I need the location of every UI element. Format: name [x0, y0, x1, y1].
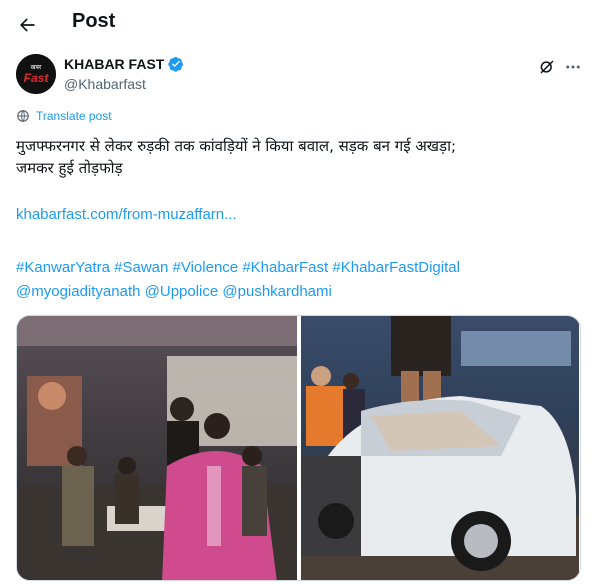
media-photo-right[interactable]: [300, 316, 581, 580]
avatar-big-text: Fast: [24, 71, 50, 85]
mention[interactable]: @Uppolice: [145, 283, 219, 300]
hashtag[interactable]: #KhabarFastDigital: [332, 259, 460, 276]
article-link[interactable]: khabarfast.com/from-muzaffarn...: [16, 206, 237, 223]
hashtags-block: #KanwarYatra #Sawan #Violence #KhabarFas…: [16, 256, 581, 304]
translate-post-button[interactable]: Translate post: [16, 109, 112, 123]
avatar[interactable]: खबर Fast: [16, 54, 56, 94]
mention[interactable]: @myogiadityanath: [16, 283, 140, 300]
display-name-text: KHABAR FAST: [64, 56, 165, 72]
hashtag[interactable]: #Violence: [173, 259, 239, 276]
author-row: खबर Fast KHABAR FAST @Khabarfast: [16, 54, 581, 98]
grok-button[interactable]: [536, 56, 558, 78]
grok-icon: [540, 60, 554, 74]
tweet-line-2: जमकर हुई तोड़फोड़: [16, 159, 123, 177]
display-name[interactable]: KHABAR FAST: [64, 56, 184, 72]
page-header: Post: [0, 0, 597, 50]
media-photo-left[interactable]: [17, 316, 297, 580]
mention[interactable]: @pushkardhami: [222, 283, 331, 300]
more-icon: [566, 65, 580, 69]
translate-label: Translate post: [36, 109, 112, 123]
page-title: Post: [72, 10, 116, 32]
tweet-text: मुजफ्फरनगर से लेकर रुड़की तक कांवड़ियों …: [16, 135, 581, 179]
hashtag[interactable]: #KanwarYatra: [16, 259, 110, 276]
back-button[interactable]: [14, 12, 40, 38]
avatar-small-text: खबर: [31, 64, 42, 71]
translate-icon: [17, 110, 29, 122]
handle[interactable]: @Khabarfast: [64, 76, 146, 92]
tweet-line-1: मुजफ्फरनगर से लेकर रुड़की तक कांवड़ियों …: [16, 137, 457, 155]
media-grid: [16, 315, 581, 581]
hashtag[interactable]: #Sawan: [114, 259, 168, 276]
hashtag[interactable]: #KhabarFast: [242, 259, 328, 276]
more-button[interactable]: [562, 56, 584, 78]
verified-badge-icon: [168, 57, 184, 72]
arrow-left-icon: [20, 18, 35, 32]
